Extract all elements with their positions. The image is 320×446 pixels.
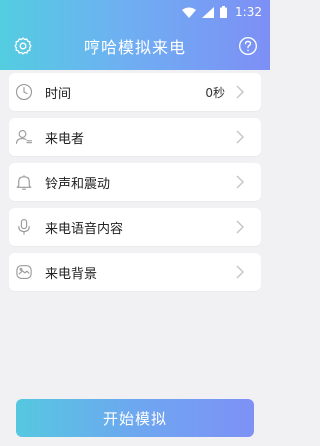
setting-value: 0秒: [205, 85, 225, 100]
chevron-right-icon: [234, 264, 246, 280]
start-simulation-button[interactable]: 开始模拟: [16, 399, 254, 437]
setting-label: 来电语音内容: [45, 221, 124, 237]
clock-icon: [14, 82, 34, 102]
person-icon: [14, 127, 34, 147]
setting-label: 来电背景: [45, 266, 98, 282]
setting-item-background[interactable]: 来电背景: [9, 253, 261, 291]
chevron-right-icon: [234, 84, 246, 100]
help-icon: [239, 37, 257, 55]
page-title: 哼哈模拟来电: [83, 38, 186, 57]
status-time: 1:32: [235, 5, 262, 19]
help-button[interactable]: [235, 33, 261, 59]
bell-icon: [14, 172, 34, 192]
setting-label: 铃声和震动: [45, 176, 111, 192]
setting-item-time[interactable]: 时间 0秒: [9, 73, 261, 111]
wifi-icon: [182, 7, 197, 18]
setting-item-voice-content[interactable]: 来电语音内容: [9, 208, 261, 246]
title-bar: 哼哈模拟来电: [0, 24, 270, 68]
chevron-right-icon: [234, 219, 246, 235]
chevron-right-icon: [234, 129, 246, 145]
setting-item-ringtone[interactable]: 铃声和震动: [9, 163, 261, 201]
microphone-icon: [14, 217, 34, 237]
chevron-right-icon: [234, 174, 246, 190]
setting-label: 来电者: [45, 131, 85, 147]
battery-icon: [220, 6, 228, 18]
settings-button[interactable]: [10, 33, 36, 59]
settings-list: 时间 0秒 来电者 铃声和震动 来电语音内容 来电背景: [9, 73, 261, 298]
image-icon: [14, 262, 34, 282]
setting-item-caller[interactable]: 来电者: [9, 118, 261, 156]
gear-icon: [14, 37, 32, 55]
app-header: 1:32 哼哈模拟来电: [0, 0, 270, 70]
signal-icon: [202, 6, 215, 18]
setting-label: 时间: [45, 86, 72, 102]
status-bar: 1:32: [0, 0, 270, 24]
